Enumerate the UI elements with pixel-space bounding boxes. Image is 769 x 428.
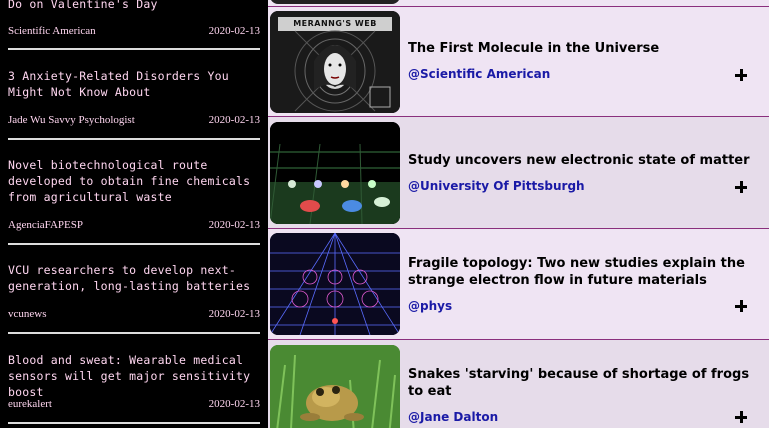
news-title[interactable]: VCU researchers to develop next-generati… <box>8 262 260 294</box>
list-item-meta: AgenciaFAPESP 2020-02-13 <box>8 219 260 233</box>
news-source: eurekalert <box>8 398 52 410</box>
list-item-meta: vcunews 2020-02-13 <box>8 308 260 322</box>
news-source: vcunews <box>8 308 47 320</box>
lattice-image-icon <box>270 122 400 224</box>
article-title[interactable]: The First Molecule in the Universe <box>408 40 753 57</box>
news-title[interactable]: Blood and sweat: Wearable medical sensor… <box>8 352 260 400</box>
source-link[interactable]: @Scientific American <box>408 67 550 81</box>
article-card-list: MERANNG'S WEB The First Molecule in the … <box>268 0 769 428</box>
article-title[interactable]: Fragile topology: Two new studies explai… <box>408 255 753 289</box>
divider <box>8 332 260 334</box>
add-icon[interactable] <box>734 299 748 313</box>
frog-in-grass-thumbnail[interactable] <box>270 345 400 428</box>
list-item-meta: Scientific American 2020-02-13 <box>8 25 260 39</box>
list-item[interactable]: 3 Anxiety-Related Disorders You Might No… <box>8 68 260 100</box>
news-date: 2020-02-13 <box>208 398 260 410</box>
news-date: 2020-02-13 <box>208 219 260 231</box>
frog-image-icon <box>270 345 400 428</box>
divider <box>8 138 260 140</box>
news-title[interactable]: 3 Anxiety-Related Disorders You Might No… <box>8 68 260 100</box>
left-news-column: Do on Valentine's Day Scientific America… <box>0 0 268 428</box>
source-link[interactable]: @University Of Pittsburgh <box>408 179 585 193</box>
list-item-meta: eurekalert 2020-02-13 <box>8 398 260 412</box>
article-title[interactable]: Snakes 'starving' because of shortage of… <box>408 366 753 400</box>
divider <box>8 243 260 245</box>
thumbnail-image <box>270 0 400 4</box>
divider <box>8 422 260 424</box>
news-date: 2020-02-13 <box>208 308 260 320</box>
neon-grid-thumbnail[interactable] <box>270 233 400 335</box>
source-link[interactable]: @phys <box>408 299 452 313</box>
list-item[interactable]: VCU researchers to develop next-generati… <box>8 262 260 294</box>
neon-grid-image-icon <box>270 233 400 335</box>
add-icon[interactable] <box>734 410 748 424</box>
source-link[interactable]: @Jane Dalton <box>408 410 498 424</box>
list-item[interactable]: Novel biotechnological route developed t… <box>8 157 260 205</box>
previous-card-edge <box>268 0 769 7</box>
add-icon[interactable] <box>734 68 748 82</box>
cover-title-text: MERANNG'S WEB <box>293 19 377 28</box>
magazine-cover-thumbnail[interactable]: MERANNG'S WEB <box>270 11 400 113</box>
divider <box>8 48 260 50</box>
list-item[interactable]: Do on Valentine's Day <box>8 0 260 12</box>
news-source: Jade Wu Savvy Psychologist <box>8 114 135 126</box>
article-title[interactable]: Study uncovers new electronic state of m… <box>408 152 753 169</box>
news-date: 2020-02-13 <box>208 25 260 37</box>
news-source: AgenciaFAPESP <box>8 219 83 231</box>
article-card[interactable]: Study uncovers new electronic state of m… <box>268 117 769 229</box>
glowing-lattice-thumbnail[interactable] <box>270 122 400 224</box>
add-icon[interactable] <box>734 180 748 194</box>
article-card[interactable]: MERANNG'S WEB The First Molecule in the … <box>268 7 769 117</box>
news-source: Scientific American <box>8 25 96 37</box>
list-item-meta: Jade Wu Savvy Psychologist 2020-02-13 <box>8 114 260 128</box>
article-card[interactable]: Snakes 'starving' because of shortage of… <box>268 340 769 428</box>
news-title[interactable]: Novel biotechnological route developed t… <box>8 157 260 205</box>
news-date: 2020-02-13 <box>208 114 260 126</box>
list-item[interactable]: Blood and sweat: Wearable medical sensor… <box>8 352 260 400</box>
news-title[interactable]: Do on Valentine's Day <box>8 0 260 12</box>
article-card[interactable]: Fragile topology: Two new studies explai… <box>268 229 769 340</box>
